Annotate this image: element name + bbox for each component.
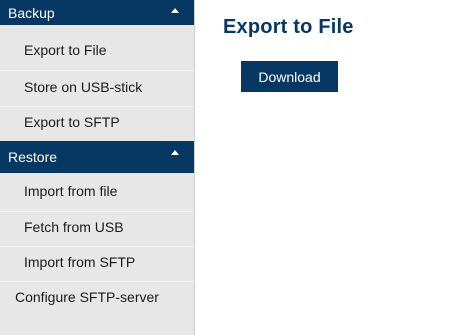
sidebar-item-label: Export to SFTP [24,114,120,130]
sidebar-item-label: Configure SFTP-server [15,289,159,305]
sidebar-item-fetch-from-usb[interactable]: Fetch from USB [0,212,194,242]
sidebar: Backup Export to File Store on USB-stick… [0,0,194,335]
sidebar-item-label: Fetch from USB [24,219,124,235]
divider [0,70,194,71]
sidebar-item-import-from-file[interactable]: Import from file [0,176,194,206]
sidebar-item-store-on-usb-stick[interactable]: Store on USB-stick [0,72,194,102]
section-header-restore[interactable]: Restore [0,141,194,173]
section-header-backup[interactable]: Backup [0,0,194,25]
sidebar-item-label: Export to File [24,42,107,58]
sidebar-item-export-to-sftp[interactable]: Export to SFTP [0,107,194,137]
sidebar-item-configure-sftp-server[interactable]: Configure SFTP-server [0,282,194,312]
sidebar-item-label: Store on USB-stick [24,79,143,95]
caret-up-icon [171,150,179,155]
sidebar-item-label: Import from file [24,183,118,199]
section-title-backup: Backup [8,4,55,21]
app-layout: Backup Export to File Store on USB-stick… [0,0,472,335]
sidebar-item-import-from-sftp[interactable]: Import from SFTP [0,247,194,277]
sidebar-border [194,0,195,335]
caret-up-icon [171,8,179,13]
sidebar-item-label: Import from SFTP [24,254,136,270]
page-title: Export to File [223,16,354,38]
download-button[interactable]: Download [241,61,338,92]
section-title-restore: Restore [8,149,58,165]
sidebar-item-export-to-file[interactable]: Export to File [0,35,194,65]
